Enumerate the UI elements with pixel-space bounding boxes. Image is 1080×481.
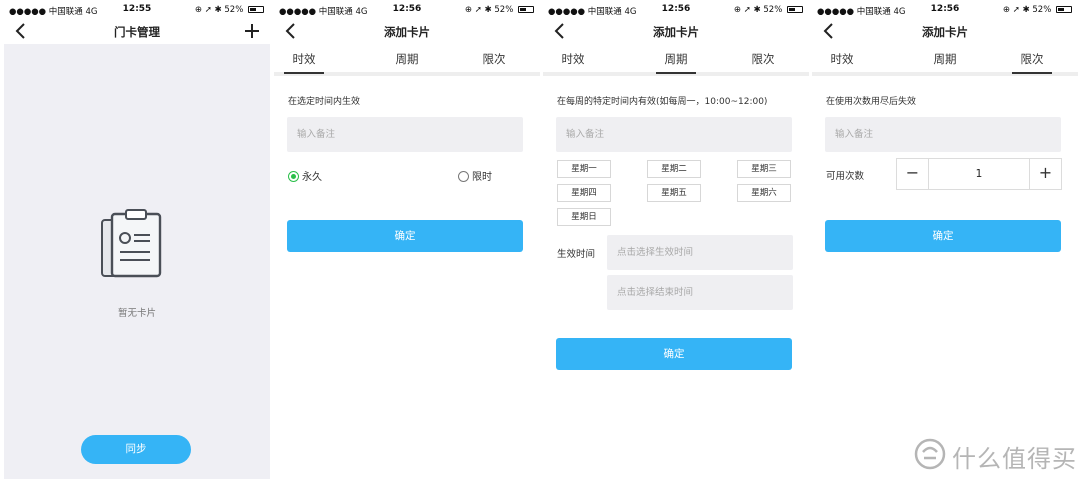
- screen-add-card-duration: ●●●●● 中国联通 4G 12:56 ⊕ ➚ ✱ 52% 添加卡片 时效 周期…: [274, 0, 540, 479]
- remark-input[interactable]: [556, 117, 792, 152]
- status-bar: ●●●●● 中国联通 4G 12:56 ⊕ ➚ ✱ 52%: [274, 0, 540, 20]
- increment-button[interactable]: +: [1029, 159, 1061, 189]
- confirm-button[interactable]: 确定: [825, 220, 1061, 252]
- status-right: ⊕ ➚ ✱ 52%: [195, 5, 264, 15]
- nav-bar: 添加卡片: [274, 20, 540, 44]
- status-icons: ⊕ ➚ ✱: [464, 5, 492, 15]
- tab-duration[interactable]: 时效: [274, 51, 334, 74]
- tab-cycle[interactable]: 周期: [377, 51, 437, 67]
- weekday-monday[interactable]: 星期一: [557, 160, 611, 178]
- weekday-friday[interactable]: 星期五: [647, 184, 701, 202]
- confirm-button[interactable]: 确定: [556, 338, 792, 370]
- status-bar: ●●●●● 中国联通 4G 12:55 ⊕ ➚ ✱ 52%: [4, 0, 270, 20]
- tab-limited-count[interactable]: 限次: [464, 51, 524, 67]
- battery-icon: [1056, 6, 1072, 13]
- mode-description: 在每周的特定时间内有效(如每周一，10:00~12:00): [557, 97, 768, 107]
- nav-bar: 添加卡片: [543, 20, 809, 44]
- screen-card-management: ●●●●● 中国联通 4G 12:55 ⊕ ➚ ✱ 52% 门卡管理 暂无卡片 …: [4, 0, 270, 479]
- weekday-wednesday[interactable]: 星期三: [737, 160, 791, 178]
- usage-count-label: 可用次数: [826, 171, 865, 182]
- plus-icon[interactable]: [242, 21, 262, 41]
- tab-duration[interactable]: 时效: [812, 51, 872, 67]
- mode-description: 在选定时间内生效: [288, 97, 361, 107]
- battery-percent: 52%: [1032, 5, 1052, 15]
- battery-percent: 52%: [494, 5, 514, 15]
- radio-forever-label: 永久: [302, 172, 322, 183]
- tab-cycle[interactable]: 周期: [915, 51, 975, 67]
- end-time-field[interactable]: [607, 275, 793, 310]
- effective-time-label: 生效时间: [557, 249, 596, 260]
- status-right: ⊕ ➚ ✱ 52%: [465, 5, 534, 15]
- status-icons: ⊕ ➚ ✱: [194, 5, 222, 15]
- watermark: 什么值得买: [914, 436, 1077, 474]
- weekday-tuesday[interactable]: 星期二: [647, 160, 701, 178]
- tab-cycle[interactable]: 周期: [646, 51, 706, 74]
- battery-icon: [787, 6, 803, 13]
- page-title: 添加卡片: [922, 25, 968, 39]
- weekday-thursday[interactable]: 星期四: [557, 184, 611, 202]
- decrement-button[interactable]: −: [897, 159, 929, 189]
- screen-add-card-cycle: ●●●●● 中国联通 4G 12:56 ⊕ ➚ ✱ 52% 添加卡片 时效 周期…: [543, 0, 809, 479]
- usage-count-stepper: − 1 +: [896, 158, 1062, 190]
- battery-icon: [518, 6, 534, 13]
- page-title: 门卡管理: [114, 25, 160, 39]
- radio-limited-label: 限时: [472, 172, 492, 183]
- tab-bar: 时效 周期 限次: [274, 44, 540, 76]
- start-time-field[interactable]: [607, 235, 793, 270]
- weekday-saturday[interactable]: 星期六: [737, 184, 791, 202]
- nav-bar: 添加卡片: [812, 20, 1078, 44]
- tab-bar: 时效 周期 限次: [543, 44, 809, 76]
- status-right: ⊕ ➚ ✱ 52%: [1003, 5, 1072, 15]
- remark-input[interactable]: [825, 117, 1061, 152]
- watermark-text: 什么值得买: [952, 445, 1077, 473]
- tab-limited-count[interactable]: 限次: [1002, 51, 1062, 74]
- watermark-logo-icon: [914, 438, 946, 470]
- tab-bar: 时效 周期 限次: [812, 44, 1078, 76]
- radio-selected-icon: [288, 171, 299, 182]
- radio-limited[interactable]: 限时: [458, 168, 492, 183]
- status-bar: ●●●●● 中国联通 4G 12:56 ⊕ ➚ ✱ 52%: [543, 0, 809, 20]
- confirm-button[interactable]: 确定: [287, 220, 523, 252]
- radio-unselected-icon: [458, 171, 469, 182]
- sync-button[interactable]: 同步: [81, 435, 191, 464]
- status-icons: ⊕ ➚ ✱: [1002, 5, 1030, 15]
- screen-add-card-count: ●●●●● 中国联通 4G 12:56 ⊕ ➚ ✱ 52% 添加卡片 时效 周期…: [812, 0, 1078, 479]
- mode-description: 在使用次数用尽后失效: [826, 97, 917, 107]
- page-title: 添加卡片: [384, 25, 430, 39]
- nav-bar: 门卡管理: [4, 20, 270, 44]
- status-right: ⊕ ➚ ✱ 52%: [734, 5, 803, 15]
- radio-forever[interactable]: 永久: [288, 168, 322, 183]
- remark-input[interactable]: [287, 117, 523, 152]
- empty-state-text: 暂无卡片: [117, 308, 156, 319]
- clipboard-icon: [101, 209, 162, 278]
- battery-percent: 52%: [763, 5, 783, 15]
- weekday-sunday[interactable]: 星期日: [557, 208, 611, 226]
- status-icons: ⊕ ➚ ✱: [733, 5, 761, 15]
- usage-count-value[interactable]: 1: [929, 159, 1029, 189]
- tab-limited-count[interactable]: 限次: [733, 51, 793, 67]
- battery-icon: [248, 6, 264, 13]
- tab-duration[interactable]: 时效: [543, 51, 603, 67]
- status-bar: ●●●●● 中国联通 4G 12:56 ⊕ ➚ ✱ 52%: [812, 0, 1078, 20]
- battery-percent: 52%: [224, 5, 244, 15]
- page-title: 添加卡片: [653, 25, 699, 39]
